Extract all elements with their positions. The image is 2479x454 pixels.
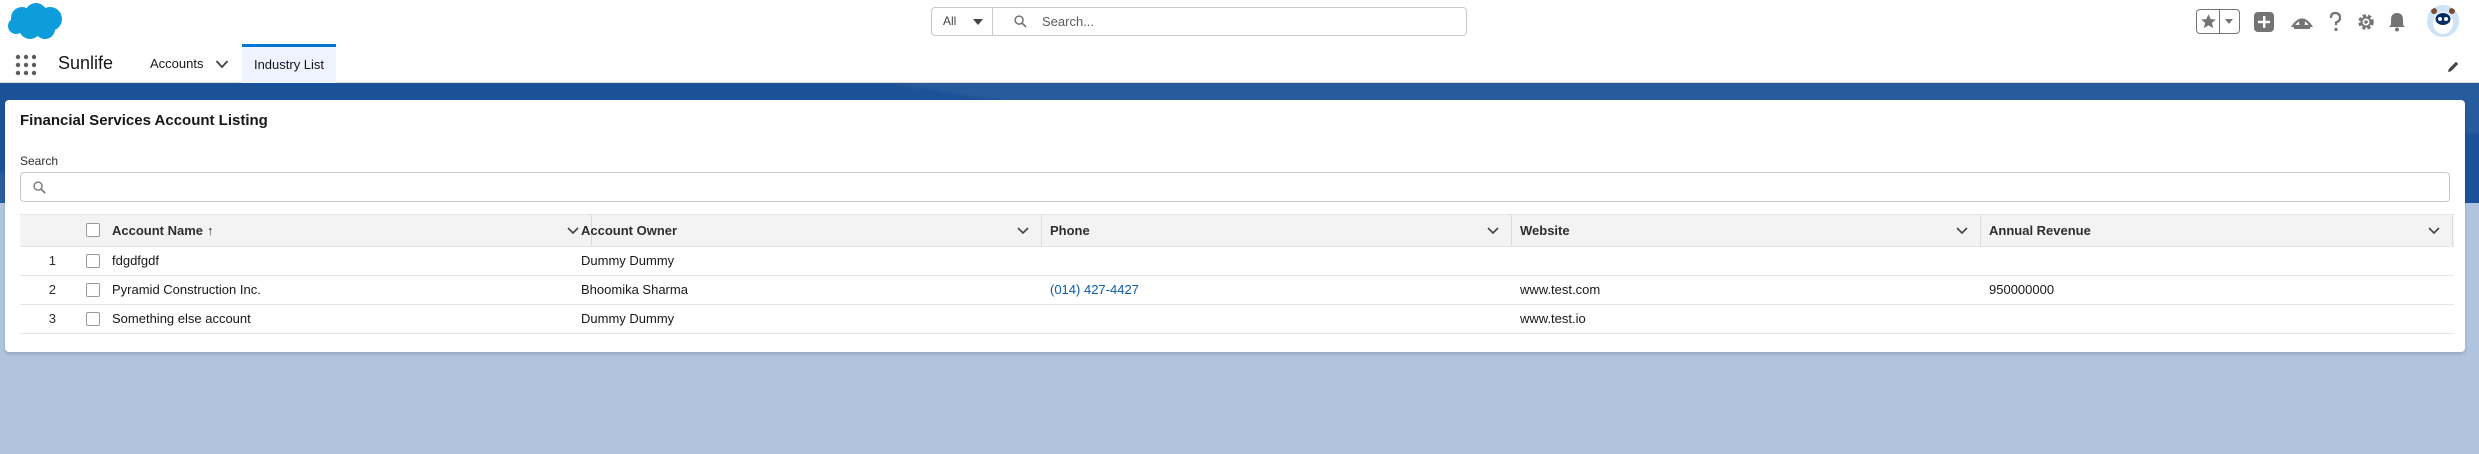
search-icon xyxy=(1014,15,1027,28)
chevron-down-icon[interactable] xyxy=(1017,226,1029,235)
chevron-down-icon[interactable] xyxy=(1487,226,1499,235)
user-avatar[interactable] xyxy=(2425,3,2461,39)
search-label: Search xyxy=(20,154,59,168)
select-all-checkbox[interactable] xyxy=(86,223,100,237)
table-row: 1 fdgdfgdf Dummy Dummy xyxy=(20,247,2454,276)
column-header-website[interactable]: Website xyxy=(1512,215,1981,246)
divider xyxy=(2219,10,2220,33)
cell-account-owner: Dummy Dummy xyxy=(581,253,675,268)
nav-item-accounts[interactable]: Accounts xyxy=(150,44,203,82)
search-input[interactable]: Search... xyxy=(1042,8,1094,35)
chevron-down-icon[interactable] xyxy=(215,59,229,69)
table-row: 2 Pyramid Construction Inc. Bhoomika Sha… xyxy=(20,276,2454,305)
chevron-down-icon[interactable] xyxy=(2428,226,2440,235)
column-header-annual-revenue[interactable]: Annual Revenue xyxy=(1981,215,2453,246)
app-name: Sunlife xyxy=(58,53,114,73)
column-header-phone[interactable]: Phone xyxy=(1042,215,1512,246)
favorites-button-group xyxy=(2196,9,2240,34)
row-checkbox[interactable] xyxy=(86,312,100,326)
nav-item-label: Industry List xyxy=(253,57,325,72)
setup-gear-icon[interactable] xyxy=(2355,11,2377,33)
cell-website: www.test.io xyxy=(1520,311,1586,326)
edit-nav-pencil-icon[interactable] xyxy=(2446,60,2460,74)
cell-account-name: Pyramid Construction Inc. xyxy=(112,282,261,297)
search-icon xyxy=(33,181,46,194)
table-header: Account Name ↑ Account Owner Phone Websit… xyxy=(20,214,2454,247)
cell-account-name: Something else account xyxy=(112,311,251,326)
chevron-down-icon xyxy=(973,19,983,25)
chevron-down-icon[interactable] xyxy=(2224,17,2234,26)
card-title: Financial Services Account Listing xyxy=(20,112,268,129)
table-row: 3 Something else account Dummy Dummy www… xyxy=(20,305,2454,334)
column-label: Account Name xyxy=(112,223,204,238)
cell-account-owner: Dummy Dummy xyxy=(581,311,675,326)
table-search-input[interactable] xyxy=(20,172,2450,202)
row-checkbox[interactable] xyxy=(86,283,100,297)
trailhead-guidance-icon[interactable] xyxy=(2291,11,2313,33)
column-label: Account Owner xyxy=(581,223,678,238)
cell-account-name: fdgdfgdf xyxy=(112,253,159,268)
cell-phone[interactable]: (014) 427-4427 xyxy=(1050,276,1139,304)
column-label: Phone xyxy=(1050,223,1090,238)
sort-arrow-icon: ↑ xyxy=(207,223,214,238)
global-header: All Search... xyxy=(0,0,2479,44)
search-scope-select[interactable]: All xyxy=(932,8,993,35)
salesforce-logo-icon[interactable] xyxy=(6,2,66,42)
cell-account-owner: Bhoomika Sharma xyxy=(581,282,688,297)
notifications-bell-icon[interactable] xyxy=(2386,11,2408,33)
row-number: 1 xyxy=(48,253,56,268)
account-listing-card: Financial Services Account Listing Searc… xyxy=(5,100,2465,352)
astro-avatar-icon xyxy=(2427,5,2459,37)
app-nav-bar: Sunlife Accounts Industry List xyxy=(0,44,2479,83)
row-checkbox[interactable] xyxy=(86,254,100,268)
column-label: Website xyxy=(1520,223,1570,238)
help-icon[interactable] xyxy=(2324,11,2346,33)
search-scope-label: All xyxy=(943,14,957,28)
column-header-account-name[interactable]: Account Name ↑ xyxy=(104,215,592,246)
nav-item-industry-list[interactable]: Industry List xyxy=(242,44,336,83)
column-label: Annual Revenue xyxy=(1989,223,2091,238)
cell-annual-revenue: 950000000 xyxy=(1989,282,2055,297)
chevron-down-icon[interactable] xyxy=(1956,226,1968,235)
column-header-account-owner[interactable]: Account Owner xyxy=(573,215,1042,246)
row-number: 3 xyxy=(48,311,56,326)
global-actions-add-icon[interactable] xyxy=(2253,11,2275,33)
app-launcher-waffle-icon[interactable] xyxy=(15,54,37,76)
cell-website: www.test.com xyxy=(1520,282,1601,297)
global-search[interactable]: All Search... xyxy=(931,7,1467,36)
star-icon[interactable] xyxy=(2200,13,2217,30)
row-number: 2 xyxy=(48,282,56,297)
